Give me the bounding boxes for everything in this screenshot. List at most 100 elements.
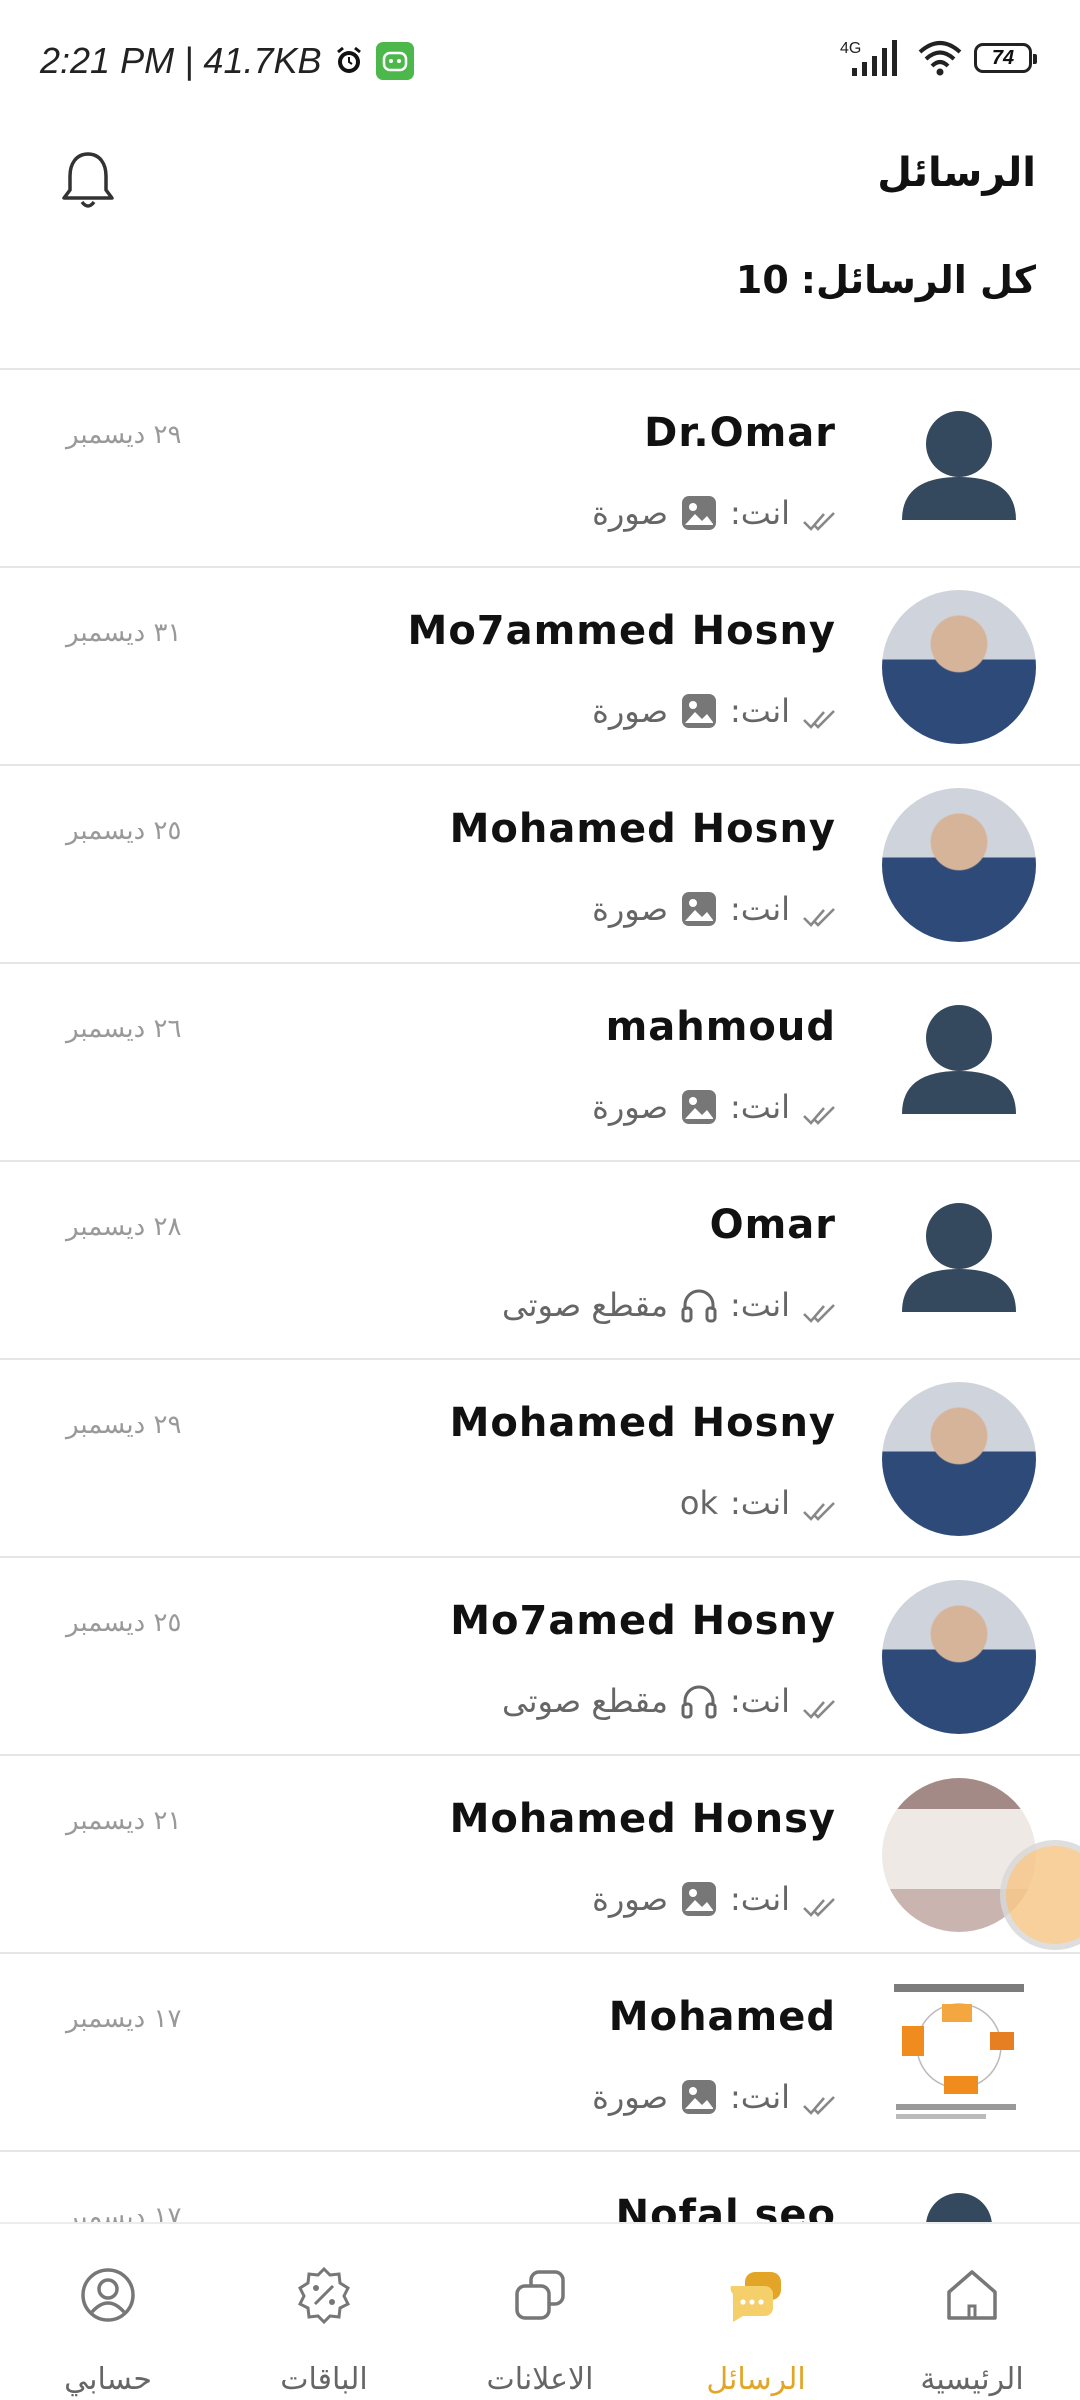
contact-name: Mohamed Hosny — [449, 1400, 836, 1446]
page-title: الرسائل — [877, 150, 1036, 196]
chat-row[interactable]: Dr.Omar انت: صورة ٢٩ ديسمبر — [0, 370, 1080, 568]
image-icon — [680, 494, 718, 532]
nav-item-chat[interactable]: الرسائل — [648, 2224, 864, 2400]
avatar — [882, 986, 1036, 1140]
avatar — [882, 1184, 1036, 1338]
chat-icon — [725, 2264, 787, 2326]
image-icon — [680, 692, 718, 730]
avatar — [882, 788, 1036, 942]
double-check-icon — [802, 1492, 836, 1521]
nav-item-discount[interactable]: الباقات — [216, 2224, 432, 2400]
double-check-icon — [802, 700, 836, 729]
message-preview: انت: صورة — [592, 692, 836, 730]
double-check-icon — [802, 1294, 836, 1323]
chat-row[interactable]: mahmoud انت: صورة ٢٦ ديسمبر — [0, 964, 1080, 1162]
message-date: ١٧ ديسمبر — [66, 2004, 182, 2034]
nav-item-home[interactable]: الرئيسية — [864, 2224, 1080, 2400]
message-text: صورة — [592, 890, 668, 928]
avatar — [882, 590, 1036, 744]
status-time-info: 2:21 PM | 41.7KB — [40, 40, 322, 81]
avatar — [882, 1976, 1036, 2130]
chat-row[interactable]: Mohamed Hosny انت: ok ٢٩ ديسمبر — [0, 1360, 1080, 1558]
contact-name: Mohamed Hosny — [449, 806, 836, 852]
contact-name: Dr.Omar — [644, 410, 836, 456]
message-text: صورة — [592, 1880, 668, 1918]
message-preview: انت: صورة — [592, 494, 836, 532]
message-text: صورة — [592, 2078, 668, 2116]
battery-level: 74 — [991, 46, 1015, 69]
sender-label: انت: — [730, 2078, 790, 2116]
nav-item-account[interactable]: حسابي — [0, 2224, 216, 2400]
double-check-icon — [802, 1096, 836, 1125]
message-preview: انت: صورة — [592, 890, 836, 928]
image-icon — [680, 2078, 718, 2116]
sender-label: انت: — [730, 1484, 790, 1522]
message-date: ٢٨ ديسمبر — [66, 1212, 182, 1242]
wifi-icon — [918, 41, 962, 76]
avatar — [882, 1382, 1036, 1536]
sender-label: انت: — [730, 1088, 790, 1126]
nav-label: الرئيسية — [920, 2362, 1024, 2397]
double-check-icon — [802, 502, 836, 531]
count-label: كل الرسائل: — [800, 258, 1036, 302]
message-date: ٢٥ ديسمبر — [66, 816, 182, 846]
chat-row[interactable]: Omar انت: مقطع صوتى ٢٨ ديسمبر — [0, 1162, 1080, 1360]
contact-name: Mo7amed Hosny — [450, 1598, 836, 1644]
messages-count: كل الرسائل: 10 — [736, 258, 1036, 302]
alarm-icon — [336, 46, 361, 73]
bottom-nav: الرئيسية الرسائل الاعلانات الباقات حسابي — [0, 2222, 1080, 2400]
contact-name: Mohamed Honsy — [449, 1796, 836, 1842]
status-right: 4G 74 — [840, 38, 1037, 78]
avatar — [882, 392, 1036, 546]
contact-name: Omar — [709, 1202, 836, 1248]
message-text: صورة — [592, 1088, 668, 1126]
sender-label: انت: — [730, 1286, 790, 1324]
message-date: ٢٩ ديسمبر — [66, 1410, 182, 1440]
nav-label: الاعلانات — [486, 2362, 594, 2397]
message-date: ٢٩ ديسمبر — [66, 420, 182, 450]
message-text: صورة — [592, 494, 668, 532]
battery-icon: 74 — [974, 43, 1037, 73]
message-preview: انت: مقطع صوتى — [502, 1682, 836, 1720]
double-check-icon — [802, 1690, 836, 1719]
message-date: ٢٥ ديسمبر — [66, 1608, 182, 1638]
double-check-icon — [802, 2086, 836, 2115]
home-icon — [941, 2264, 1003, 2326]
sender-label: انت: — [730, 1880, 790, 1918]
avatar — [882, 1580, 1036, 1734]
sender-label: انت: — [730, 494, 790, 532]
message-preview: انت: صورة — [592, 1880, 836, 1918]
message-date: ٣١ ديسمبر — [66, 618, 182, 648]
chat-row[interactable]: Nofal seo ١٧ ديسمبر — [0, 2152, 1080, 2223]
chat-row[interactable]: Mo7ammed Hosny انت: صورة ٣١ ديسمبر — [0, 568, 1080, 766]
contact-name: Nofal seo — [615, 2192, 836, 2223]
nav-label: حسابي — [64, 2362, 152, 2397]
message-text: صورة — [592, 692, 668, 730]
sender-label: انت: — [730, 890, 790, 928]
network-type: 4G — [840, 40, 862, 57]
chat-list[interactable]: Dr.Omar انت: صورة ٢٩ ديسمبر Mo7ammed Hosny ان… — [0, 368, 1080, 2223]
chat-row[interactable]: Mohamed انت: صورة ١٧ ديسمبر — [0, 1954, 1080, 2152]
chat-row[interactable]: Mo7amed Hosny انت: مقطع صوتى ٢٥ ديسمبر — [0, 1558, 1080, 1756]
bell-icon[interactable] — [56, 148, 120, 212]
message-preview: انت: مقطع صوتى — [502, 1286, 836, 1324]
sender-label: انت: — [730, 1682, 790, 1720]
message-preview: انت: صورة — [592, 2078, 836, 2116]
message-text: مقطع صوتى — [501, 1682, 668, 1720]
message-date: ١٧ ديسمبر — [66, 2202, 182, 2223]
android-app-icon — [375, 42, 414, 80]
chat-row[interactable]: Mohamed Hosny انت: صورة ٢٥ ديسمبر — [0, 766, 1080, 964]
avatar — [882, 2174, 1036, 2223]
double-check-icon — [802, 1888, 836, 1917]
double-check-icon — [802, 898, 836, 927]
ads-icon — [509, 2264, 571, 2326]
contact-name: Mohamed — [608, 1994, 836, 2040]
chat-row[interactable]: Mohamed Honsy انت: صورة ٢١ ديسمبر — [0, 1756, 1080, 1954]
account-icon — [77, 2264, 139, 2326]
image-icon — [680, 890, 718, 928]
nav-item-ads[interactable]: الاعلانات — [432, 2224, 648, 2400]
message-text: ok — [679, 1484, 718, 1522]
contact-name: Mo7ammed Hosny — [407, 608, 836, 654]
message-preview: انت: صورة — [592, 1088, 836, 1126]
message-text: مقطع صوتى — [501, 1286, 668, 1324]
